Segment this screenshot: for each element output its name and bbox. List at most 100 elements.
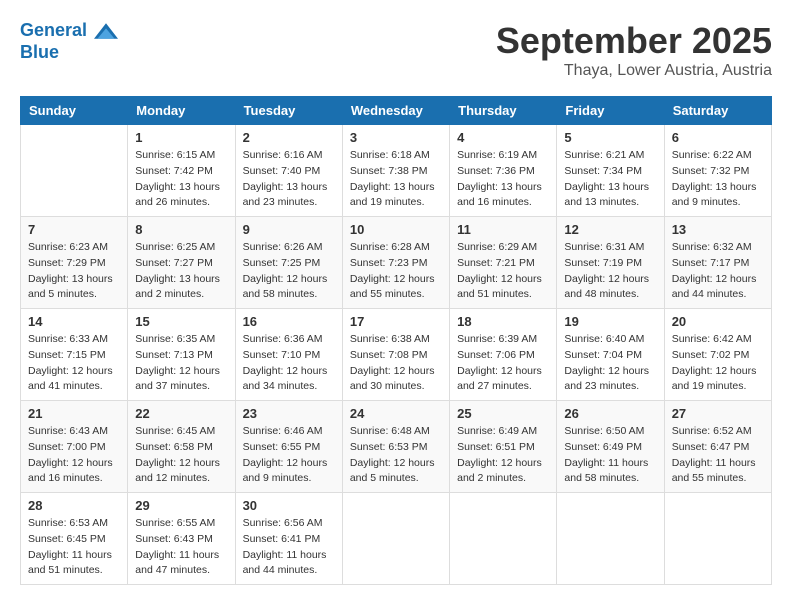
day-info: Sunrise: 6:49 AM Sunset: 6:51 PM Dayligh… — [457, 424, 549, 487]
day-info: Sunrise: 6:55 AM Sunset: 6:43 PM Dayligh… — [135, 516, 227, 579]
day-number: 16 — [243, 314, 335, 329]
day-info: Sunrise: 6:16 AM Sunset: 7:40 PM Dayligh… — [243, 148, 335, 211]
day-number: 27 — [672, 406, 764, 421]
calendar-cell: 12 Sunrise: 6:31 AM Sunset: 7:19 PM Dayli… — [557, 217, 664, 309]
day-info: Sunrise: 6:15 AM Sunset: 7:42 PM Dayligh… — [135, 148, 227, 211]
calendar-cell: 6 Sunrise: 6:22 AM Sunset: 7:32 PM Daylig… — [664, 125, 771, 217]
day-number: 9 — [243, 222, 335, 237]
calendar-cell: 26 Sunrise: 6:50 AM Sunset: 6:49 PM Dayli… — [557, 401, 664, 493]
day-info: Sunrise: 6:46 AM Sunset: 6:55 PM Dayligh… — [243, 424, 335, 487]
logo-icon — [94, 21, 118, 41]
day-number: 1 — [135, 130, 227, 145]
header: General Blue September 2025 Thaya, Lower… — [20, 20, 772, 80]
day-number: 24 — [350, 406, 442, 421]
calendar-cell: 2 Sunrise: 6:16 AM Sunset: 7:40 PM Daylig… — [235, 125, 342, 217]
calendar-cell: 17 Sunrise: 6:38 AM Sunset: 7:08 PM Dayli… — [342, 309, 449, 401]
day-info: Sunrise: 6:29 AM Sunset: 7:21 PM Dayligh… — [457, 240, 549, 303]
calendar-week-row: 1 Sunrise: 6:15 AM Sunset: 7:42 PM Daylig… — [21, 125, 772, 217]
calendar-cell: 16 Sunrise: 6:36 AM Sunset: 7:10 PM Dayli… — [235, 309, 342, 401]
day-info: Sunrise: 6:42 AM Sunset: 7:02 PM Dayligh… — [672, 332, 764, 395]
day-info: Sunrise: 6:21 AM Sunset: 7:34 PM Dayligh… — [564, 148, 656, 211]
day-info: Sunrise: 6:35 AM Sunset: 7:13 PM Dayligh… — [135, 332, 227, 395]
day-number: 12 — [564, 222, 656, 237]
day-number: 17 — [350, 314, 442, 329]
calendar-week-row: 14 Sunrise: 6:33 AM Sunset: 7:15 PM Dayli… — [21, 309, 772, 401]
day-info: Sunrise: 6:33 AM Sunset: 7:15 PM Dayligh… — [28, 332, 120, 395]
calendar-cell — [342, 493, 449, 585]
calendar-week-row: 21Sunrise: 6:43 AM Sunset: 7:00 PM Dayli… — [21, 401, 772, 493]
month-title: September 2025 — [496, 20, 772, 62]
calendar-cell — [450, 493, 557, 585]
day-info: Sunrise: 6:28 AM Sunset: 7:23 PM Dayligh… — [350, 240, 442, 303]
calendar-cell — [664, 493, 771, 585]
calendar-cell: 13 Sunrise: 6:32 AM Sunset: 7:17 PM Dayli… — [664, 217, 771, 309]
calendar-cell: 29 Sunrise: 6:55 AM Sunset: 6:43 PM Dayli… — [128, 493, 235, 585]
day-number: 5 — [564, 130, 656, 145]
day-info: Sunrise: 6:38 AM Sunset: 7:08 PM Dayligh… — [350, 332, 442, 395]
day-info: Sunrise: 6:25 AM Sunset: 7:27 PM Dayligh… — [135, 240, 227, 303]
day-info: Sunrise: 6:52 AM Sunset: 6:47 PM Dayligh… — [672, 424, 764, 487]
day-number: 30 — [243, 498, 335, 513]
calendar-cell: 15 Sunrise: 6:35 AM Sunset: 7:13 PM Dayli… — [128, 309, 235, 401]
day-number: 14 — [28, 314, 120, 329]
calendar-cell: 23Sunrise: 6:46 AM Sunset: 6:55 PM Dayli… — [235, 401, 342, 493]
day-number: 10 — [350, 222, 442, 237]
day-info: Sunrise: 6:39 AM Sunset: 7:06 PM Dayligh… — [457, 332, 549, 395]
calendar-cell: 1 Sunrise: 6:15 AM Sunset: 7:42 PM Daylig… — [128, 125, 235, 217]
day-number: 3 — [350, 130, 442, 145]
calendar-header-friday: Friday — [557, 97, 664, 125]
calendar-cell: 7 Sunrise: 6:23 AM Sunset: 7:29 PM Daylig… — [21, 217, 128, 309]
logo: General Blue — [20, 20, 118, 63]
calendar-cell: 18 Sunrise: 6:39 AM Sunset: 7:06 PM Dayli… — [450, 309, 557, 401]
calendar-cell: 3 Sunrise: 6:18 AM Sunset: 7:38 PM Daylig… — [342, 125, 449, 217]
calendar-cell: 22 Sunrise: 6:45 AM Sunset: 6:58 PM Dayli… — [128, 401, 235, 493]
location-subtitle: Thaya, Lower Austria, Austria — [496, 62, 772, 80]
calendar-cell — [557, 493, 664, 585]
calendar-cell: 25 Sunrise: 6:49 AM Sunset: 6:51 PM Dayli… — [450, 401, 557, 493]
day-info: Sunrise: 6:18 AM Sunset: 7:38 PM Dayligh… — [350, 148, 442, 211]
calendar-table: SundayMondayTuesdayWednesdayThursdayFrid… — [20, 96, 772, 585]
day-number: 11 — [457, 222, 549, 237]
logo-blue: Blue — [20, 42, 59, 62]
day-number: 2 — [243, 130, 335, 145]
calendar-cell: 9Sunrise: 6:26 AM Sunset: 7:25 PM Daylig… — [235, 217, 342, 309]
day-number: 4 — [457, 130, 549, 145]
calendar-cell: 11 Sunrise: 6:29 AM Sunset: 7:21 PM Dayli… — [450, 217, 557, 309]
day-info: Sunrise: 6:45 AM Sunset: 6:58 PM Dayligh… — [135, 424, 227, 487]
day-number: 25 — [457, 406, 549, 421]
calendar-header-sunday: Sunday — [21, 97, 128, 125]
calendar-cell: 10 Sunrise: 6:28 AM Sunset: 7:23 PM Dayli… — [342, 217, 449, 309]
day-info: Sunrise: 6:19 AM Sunset: 7:36 PM Dayligh… — [457, 148, 549, 211]
day-info: Sunrise: 6:32 AM Sunset: 7:17 PM Dayligh… — [672, 240, 764, 303]
calendar-cell: 20Sunrise: 6:42 AM Sunset: 7:02 PM Dayli… — [664, 309, 771, 401]
calendar-header-tuesday: Tuesday — [235, 97, 342, 125]
day-info: Sunrise: 6:22 AM Sunset: 7:32 PM Dayligh… — [672, 148, 764, 211]
day-number: 28 — [28, 498, 120, 513]
day-info: Sunrise: 6:23 AM Sunset: 7:29 PM Dayligh… — [28, 240, 120, 303]
day-number: 18 — [457, 314, 549, 329]
day-number: 8 — [135, 222, 227, 237]
day-info: Sunrise: 6:40 AM Sunset: 7:04 PM Dayligh… — [564, 332, 656, 395]
day-number: 19 — [564, 314, 656, 329]
calendar-cell: 8 Sunrise: 6:25 AM Sunset: 7:27 PM Daylig… — [128, 217, 235, 309]
day-number: 15 — [135, 314, 227, 329]
day-number: 26 — [564, 406, 656, 421]
calendar-week-row: 28 Sunrise: 6:53 AM Sunset: 6:45 PM Dayli… — [21, 493, 772, 585]
day-number: 22 — [135, 406, 227, 421]
day-info: Sunrise: 6:36 AM Sunset: 7:10 PM Dayligh… — [243, 332, 335, 395]
calendar-cell: 27 Sunrise: 6:52 AM Sunset: 6:47 PM Dayli… — [664, 401, 771, 493]
calendar-cell: 4 Sunrise: 6:19 AM Sunset: 7:36 PM Daylig… — [450, 125, 557, 217]
calendar-week-row: 7 Sunrise: 6:23 AM Sunset: 7:29 PM Daylig… — [21, 217, 772, 309]
day-info: Sunrise: 6:53 AM Sunset: 6:45 PM Dayligh… — [28, 516, 120, 579]
calendar-cell: 24Sunrise: 6:48 AM Sunset: 6:53 PM Dayli… — [342, 401, 449, 493]
calendar-cell: 21Sunrise: 6:43 AM Sunset: 7:00 PM Dayli… — [21, 401, 128, 493]
day-number: 6 — [672, 130, 764, 145]
day-number: 29 — [135, 498, 227, 513]
day-info: Sunrise: 6:50 AM Sunset: 6:49 PM Dayligh… — [564, 424, 656, 487]
day-number: 7 — [28, 222, 120, 237]
day-number: 13 — [672, 222, 764, 237]
calendar-cell: 28 Sunrise: 6:53 AM Sunset: 6:45 PM Dayli… — [21, 493, 128, 585]
title-section: September 2025 Thaya, Lower Austria, Aus… — [496, 20, 772, 80]
calendar-cell: 5 Sunrise: 6:21 AM Sunset: 7:34 PM Daylig… — [557, 125, 664, 217]
day-info: Sunrise: 6:31 AM Sunset: 7:19 PM Dayligh… — [564, 240, 656, 303]
